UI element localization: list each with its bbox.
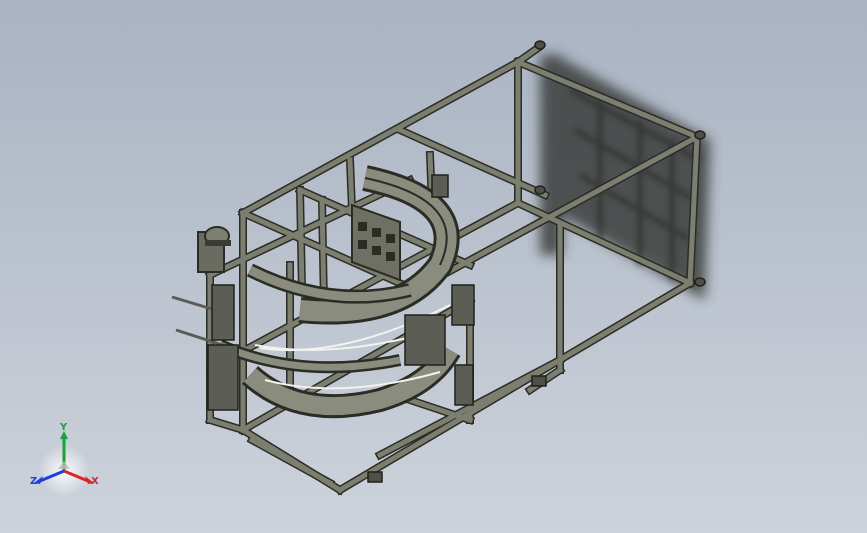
y-axis-label: Y xyxy=(60,422,68,433)
assembly-model[interactable] xyxy=(0,0,867,533)
z-axis-label: Z xyxy=(30,476,38,487)
3d-viewport[interactable]: Y X Z xyxy=(0,0,867,533)
coordinate-triad xyxy=(34,431,94,497)
x-axis-label: X xyxy=(91,476,99,487)
